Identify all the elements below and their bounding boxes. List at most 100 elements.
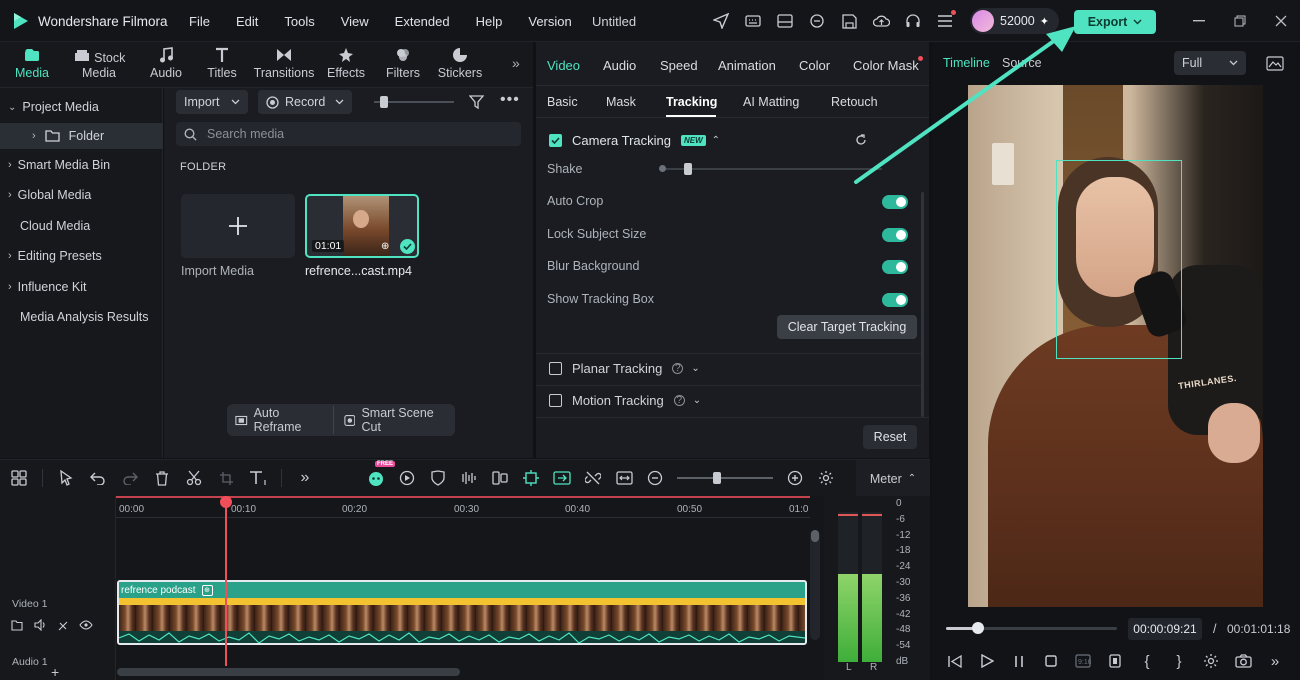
camera-tracking-header[interactable]: Camera Tracking NEW ⌃ <box>549 133 720 148</box>
add-track-icon[interactable]: + <box>51 664 59 680</box>
text-tool-icon[interactable] <box>249 469 267 487</box>
unlink-icon[interactable] <box>584 469 602 487</box>
property-scrollbar[interactable] <box>921 192 924 417</box>
camera-tracking-checkbox[interactable] <box>549 134 562 147</box>
shake-slider[interactable] <box>659 163 882 175</box>
reset-button[interactable]: Reset <box>863 425 917 449</box>
subtab-retouch[interactable]: Retouch <box>831 95 878 109</box>
sidebar-item-editing-presets[interactable]: › Editing Presets <box>0 243 163 269</box>
tab-audio[interactable]: Audio <box>147 46 185 80</box>
zoom-in-icon[interactable] <box>786 469 804 487</box>
tab-effects[interactable]: Effects <box>326 46 366 80</box>
track-lock-icon[interactable] <box>56 616 70 634</box>
tab-filters[interactable]: Filters <box>384 46 422 80</box>
menu-tools[interactable]: Tools <box>284 14 314 29</box>
import-media-tile[interactable] <box>181 194 295 258</box>
tab-stock-media[interactable]: Stock Media <box>64 46 134 80</box>
motion-tracking-row[interactable]: Motion Tracking ? ⌄ <box>549 393 701 408</box>
sidebar-item-project-media[interactable]: ⌄ Project Media <box>0 94 163 120</box>
meter-dropdown[interactable]: Meter ⌃ <box>856 460 930 497</box>
playhead-handle[interactable] <box>220 496 232 508</box>
zoom-out-icon[interactable] <box>646 469 664 487</box>
sidebar-item-folder[interactable]: › Folder <box>0 123 163 149</box>
help-icon[interactable]: ? <box>672 363 684 374</box>
clear-target-tracking-button[interactable]: Clear Target Tracking <box>777 315 917 339</box>
motion-tracking-checkbox[interactable] <box>549 394 562 407</box>
timeline-vertical-scrollbar[interactable] <box>810 530 820 640</box>
track-volume-icon[interactable] <box>33 616 47 634</box>
sidebar-item-cloud-media[interactable]: Cloud Media <box>0 213 163 239</box>
thumbnail-size-slider[interactable] <box>374 96 454 108</box>
help-icon[interactable]: ? <box>673 395 685 406</box>
scroll-thumb[interactable] <box>811 530 819 542</box>
compare-icon[interactable] <box>491 469 509 487</box>
menu-version[interactable]: Version <box>528 14 571 29</box>
menu-help[interactable]: Help <box>476 14 503 29</box>
tab-animation[interactable]: Animation <box>718 58 776 73</box>
subtab-basic[interactable]: Basic <box>547 95 578 109</box>
save-icon[interactable] <box>840 12 858 30</box>
reset-camera-tracking-icon[interactable] <box>852 131 870 149</box>
settings-icon[interactable] <box>1202 652 1220 670</box>
maximize-icon[interactable] <box>1231 12 1249 30</box>
timeline-settings-icon[interactable] <box>817 469 835 487</box>
progress-handle[interactable] <box>972 622 985 634</box>
sidebar-item-global-media[interactable]: › Global Media <box>0 182 163 208</box>
current-time[interactable]: 00:00:09:21 <box>1128 618 1202 640</box>
layout-grid-icon[interactable] <box>10 469 28 487</box>
menu-file[interactable]: File <box>189 14 210 29</box>
tab-titles[interactable]: Titles <box>203 46 241 80</box>
zoom-slider[interactable] <box>677 472 773 484</box>
more-tabs-icon[interactable]: » <box>512 55 520 71</box>
notifications-menu-icon[interactable] <box>936 10 956 30</box>
tab-transitions[interactable]: Transitions <box>252 46 316 80</box>
chevron-down-icon[interactable]: ⌄ <box>693 395 701 406</box>
crop-icon[interactable] <box>217 469 235 487</box>
menu-view[interactable]: View <box>341 14 369 29</box>
auto-reframe-toolbar-icon[interactable] <box>553 469 571 487</box>
playback-progress[interactable] <box>946 622 1117 634</box>
track-visibility-icon[interactable] <box>79 616 93 634</box>
close-icon[interactable] <box>1272 12 1290 30</box>
smart-scene-cut-button[interactable]: Smart Scene Cut <box>338 406 447 434</box>
tracking-box[interactable] <box>1056 160 1182 359</box>
speed-ramp-icon[interactable] <box>398 469 416 487</box>
keyboard-icon[interactable] <box>744 12 762 30</box>
audio-stretch-icon[interactable] <box>460 469 478 487</box>
mark-out-icon[interactable]: } <box>1170 652 1188 670</box>
tab-media[interactable]: Media <box>12 46 52 80</box>
subtab-ai-matting[interactable]: AI Matting <box>743 95 799 109</box>
record-dropdown[interactable]: Record <box>258 90 352 114</box>
show-tracking-box-toggle[interactable] <box>882 293 908 307</box>
ai-mate-icon[interactable]: FREE <box>367 461 396 487</box>
stop-icon[interactable] <box>1042 652 1060 670</box>
export-button[interactable]: Export <box>1074 10 1156 34</box>
tab-color[interactable]: Color <box>799 58 830 73</box>
tab-stickers[interactable]: Stickers <box>437 46 483 80</box>
auto-reframe-button[interactable]: Auto Reframe <box>235 406 334 434</box>
avatar[interactable] <box>972 10 994 32</box>
subtab-tracking[interactable]: Tracking <box>666 95 717 109</box>
slider-handle[interactable] <box>380 96 388 108</box>
delete-icon[interactable] <box>153 469 171 487</box>
headset-icon[interactable] <box>904 12 922 30</box>
menu-edit[interactable]: Edit <box>236 14 258 29</box>
undo-icon[interactable] <box>89 469 107 487</box>
play-icon[interactable] <box>978 652 996 670</box>
previous-frame-icon[interactable] <box>946 652 964 670</box>
mark-icon[interactable] <box>1106 652 1124 670</box>
snapshot-view-icon[interactable] <box>1266 54 1284 72</box>
tab-audio-props[interactable]: Audio <box>603 58 636 73</box>
shake-slider-handle[interactable] <box>684 163 692 175</box>
mask-shield-icon[interactable] <box>429 469 447 487</box>
more-tools-icon[interactable]: » <box>296 469 314 487</box>
track-folder-icon[interactable] <box>10 616 24 634</box>
sidebar-item-influence-kit[interactable]: › Influence Kit <box>0 274 163 300</box>
select-tool-icon[interactable] <box>57 469 75 487</box>
sidebar-item-media-analysis[interactable]: Media Analysis Results <box>0 304 163 330</box>
zoom-slider-handle[interactable] <box>713 472 721 484</box>
stock-icon[interactable] <box>808 12 826 30</box>
sidebar-item-smart-media-bin[interactable]: › Smart Media Bin <box>0 152 163 178</box>
tab-color-mask[interactable]: Color Mask <box>853 58 919 73</box>
send-icon[interactable] <box>712 12 730 30</box>
